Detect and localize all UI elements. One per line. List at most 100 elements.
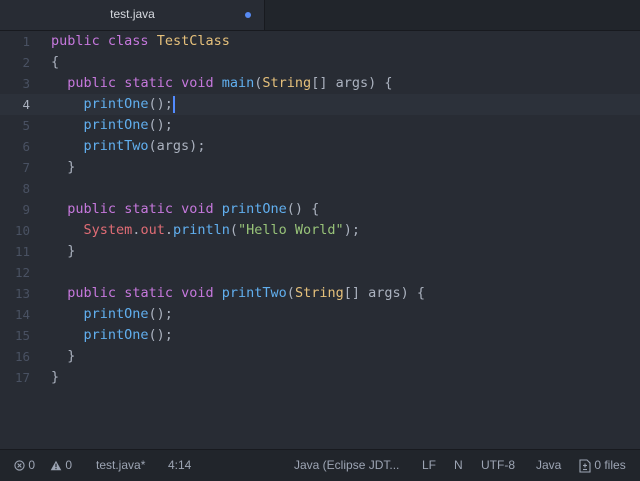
code-token: } — [51, 369, 60, 385]
code-token: ( — [229, 222, 239, 238]
code-token: static — [124, 201, 173, 217]
line-number[interactable]: 5 — [22, 115, 30, 136]
status-cursor-position[interactable]: 4:14 — [168, 458, 191, 472]
diagnostics-errors[interactable]: 0 — [14, 458, 35, 472]
line-number-gutter[interactable]: 1 2 3 4 5 6 7 8 9 10 11 12 13 14 15 16 17 — [0, 31, 38, 449]
code-token: printOne — [83, 117, 149, 133]
file-diff-icon — [579, 459, 591, 473]
code-token: (); — [148, 306, 173, 322]
code-token: (); — [148, 96, 173, 112]
line-number[interactable]: 12 — [15, 262, 30, 283]
code-token: public — [67, 75, 117, 91]
code-line[interactable]: } — [51, 367, 59, 388]
code-token: [] args) { — [343, 285, 425, 301]
code-token: printOne — [83, 306, 149, 322]
code-token: () { — [286, 201, 320, 217]
code-line[interactable]: public static void printOne() { — [51, 199, 319, 220]
git-files-count: 0 files — [594, 458, 626, 472]
code-token: printOne — [221, 201, 287, 217]
code-token: [] args) { — [311, 75, 393, 91]
code-token: printTwo — [221, 285, 287, 301]
code-token: void — [181, 285, 214, 301]
code-token: static — [124, 75, 173, 91]
status-indent[interactable]: N — [454, 458, 463, 472]
line-number[interactable]: 6 — [22, 136, 30, 157]
line-number[interactable]: 11 — [15, 241, 30, 262]
code-token: public — [67, 201, 117, 217]
line-number[interactable]: 1 — [22, 31, 30, 52]
code-line[interactable]: { — [51, 52, 59, 73]
status-encoding[interactable]: UTF-8 — [481, 458, 515, 472]
line-number[interactable]: 15 — [15, 325, 30, 346]
code-token: System — [83, 222, 133, 238]
line-number[interactable]: 4 — [22, 94, 30, 115]
line-number[interactable]: 2 — [22, 52, 30, 73]
code-line[interactable]: } — [51, 241, 75, 262]
status-git-files[interactable]: 0 files — [579, 458, 626, 473]
line-number[interactable]: 13 — [15, 283, 30, 304]
code-token: } — [51, 243, 76, 259]
line-number[interactable]: 17 — [15, 367, 30, 388]
status-line-ending[interactable]: LF — [422, 458, 436, 472]
status-file-name[interactable]: test.java* — [96, 458, 145, 472]
code-token: void — [181, 75, 214, 91]
error-count: 0 — [28, 458, 36, 472]
code-token: public — [67, 285, 117, 301]
code-line[interactable]: System.out.println("Hello World"); — [51, 220, 360, 241]
line-number[interactable]: 9 — [22, 199, 30, 220]
code-token: out — [140, 222, 165, 238]
tab-test-java[interactable]: test.java — [0, 0, 265, 30]
tab-title: test.java — [110, 7, 155, 21]
code-line[interactable]: public static void printTwo(String[] arg… — [51, 283, 425, 304]
modified-dot-icon[interactable] — [245, 12, 251, 18]
code-line[interactable]: printOne(); — [51, 325, 173, 346]
code-token: printOne — [83, 327, 149, 343]
code-token: { — [51, 54, 60, 70]
code-line[interactable]: printOne(); — [51, 304, 173, 325]
code-token: class — [107, 33, 149, 49]
code-editor[interactable]: 1 2 3 4 5 6 7 8 9 10 11 12 13 14 15 16 17 public class T… — [0, 31, 640, 449]
code-line[interactable]: printTwo(args); — [51, 136, 206, 157]
line-number[interactable]: 7 — [22, 157, 30, 178]
code-token: String — [294, 285, 344, 301]
code-token: main — [221, 75, 255, 91]
code-token: "Hello World" — [238, 222, 344, 238]
status-grammar[interactable]: Java (Eclipse JDT... — [294, 458, 399, 472]
text-cursor — [172, 96, 175, 113]
diagnostics-warnings[interactable]: 0 — [50, 458, 72, 472]
code-line[interactable]: public static void main(String[] args) { — [51, 73, 392, 94]
code-token: println — [172, 222, 230, 238]
line-number[interactable]: 16 — [15, 346, 30, 367]
code-line[interactable]: printOne(); — [51, 115, 173, 136]
code-line[interactable]: public class TestClass — [51, 31, 230, 52]
code-line[interactable]: printOne(); — [51, 94, 173, 115]
line-number[interactable]: 8 — [22, 178, 30, 199]
code-line[interactable]: } — [51, 157, 75, 178]
code-token: (); — [148, 327, 173, 343]
code-token: TestClass — [156, 33, 230, 49]
warning-count: 0 — [65, 458, 73, 472]
code-token: (args); — [148, 138, 206, 154]
status-language[interactable]: Java — [536, 458, 561, 472]
code-token: String — [262, 75, 312, 91]
line-number[interactable]: 10 — [15, 220, 30, 241]
line-number[interactable]: 14 — [15, 304, 30, 325]
status-bar: 0 0 test.java* 4:14 Java (Eclipse JDT...… — [0, 449, 640, 481]
line-number[interactable]: 3 — [22, 73, 30, 94]
code-line[interactable]: } — [51, 346, 75, 367]
warning-triangle-icon — [50, 461, 62, 471]
